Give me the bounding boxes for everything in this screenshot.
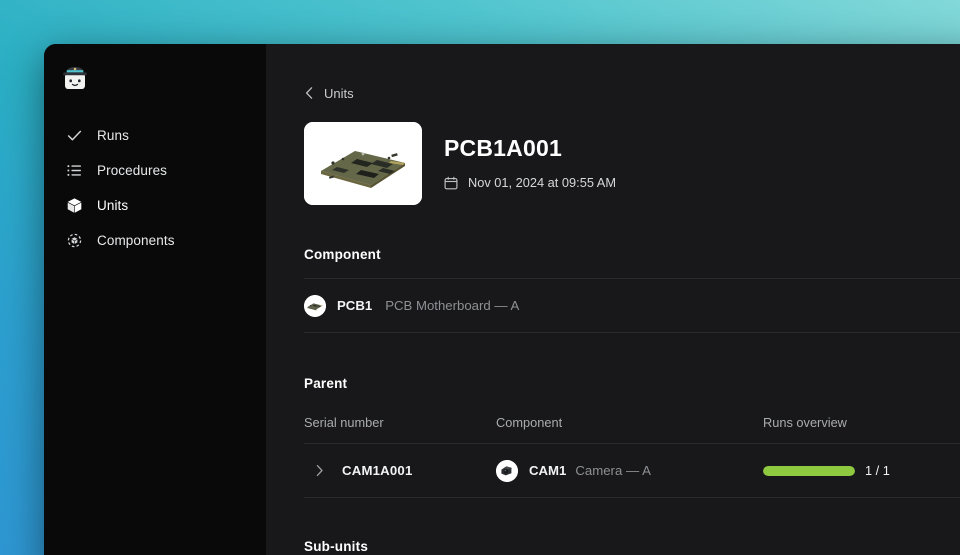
component-code: PCB1 [337,298,373,313]
unit-date: Nov 01, 2024 at 09:55 AM [444,175,616,190]
components-icon [66,232,83,249]
box-icon [66,197,83,214]
pcb-board-photo[interactable] [304,122,422,205]
table-row[interactable]: CAM1A001 CAM1 Camera — A 1 / 1 [304,444,960,497]
calendar-icon [444,176,458,190]
runs-overview: 1 / 1 [763,463,890,478]
cell-runs-overview: 1 / 1 [763,463,960,478]
component-row[interactable]: PCB1 PCB Motherboard — A [304,279,960,332]
parent-table: Serial number Component Runs overview CA… [304,411,960,498]
camera-avatar [496,459,518,482]
runs-count-label: 1 / 1 [865,463,890,478]
sidebar-item-components[interactable]: Components [50,223,256,257]
robot-mascot-logo[interactable] [60,64,90,94]
subunits-section-title: Sub-units [304,539,369,554]
component-description: PCB Motherboard — A [385,298,520,313]
sidebar-item-procedures[interactable]: Procedures [50,153,256,187]
page-title: PCB1A001 [444,135,562,161]
chevron-right-icon[interactable] [314,464,342,477]
breadcrumb-label: Units [324,85,354,101]
pcb-avatar [304,294,326,317]
divider [304,497,960,498]
row-component-code: CAM1 [529,463,567,478]
sidebar: Runs Procedures Units Components [44,44,266,555]
component-section-title: Component [304,247,381,262]
subunits-section: Sub-units [304,539,960,554]
parent-section-title: Parent [304,376,348,391]
app-window: Runs Procedures Units Components Units P… [44,44,960,555]
row-component-description: Camera — A [575,463,651,478]
chevron-left-icon [304,86,315,100]
sidebar-nav: Runs Procedures Units Components [44,118,266,257]
unit-header: PCB1A001 Nov 01, 2024 at 09:55 AM [304,122,960,205]
runs-progress-fill [763,465,855,476]
sidebar-item-label: Units [97,197,129,213]
component-section: Component PCB1 PCB Motherboard — A [304,247,960,333]
parent-section: Parent Serial number Component Runs over… [304,376,960,498]
list-icon [66,162,83,179]
column-header-serial-number: Serial number [304,414,384,430]
runs-progress-bar [763,465,855,476]
sidebar-item-label: Runs [97,127,129,143]
unit-meta: PCB1A001 Nov 01, 2024 at 09:55 AM [444,122,616,190]
app-root: Runs Procedures Units Components Units P… [0,0,960,555]
column-header-component: Component [496,414,563,430]
sidebar-item-label: Procedures [97,162,168,178]
column-header-runs-overview: Runs overview [763,414,847,430]
table-header-row: Serial number Component Runs overview [304,411,960,433]
check-icon [66,127,83,144]
sidebar-item-units[interactable]: Units [50,188,256,222]
sidebar-item-runs[interactable]: Runs [50,118,256,152]
unit-date-text: Nov 01, 2024 at 09:55 AM [468,175,616,190]
divider [304,332,960,333]
content-area: Units PCB1A001 Nov 01, 2024 at 09:55 AM … [266,44,960,555]
sidebar-item-label: Components [97,232,175,248]
cell-component: CAM1 Camera — A [496,459,763,482]
cell-serial-number: CAM1A001 [304,463,496,478]
serial-number-text: CAM1A001 [342,463,413,478]
breadcrumb[interactable]: Units [304,84,354,102]
